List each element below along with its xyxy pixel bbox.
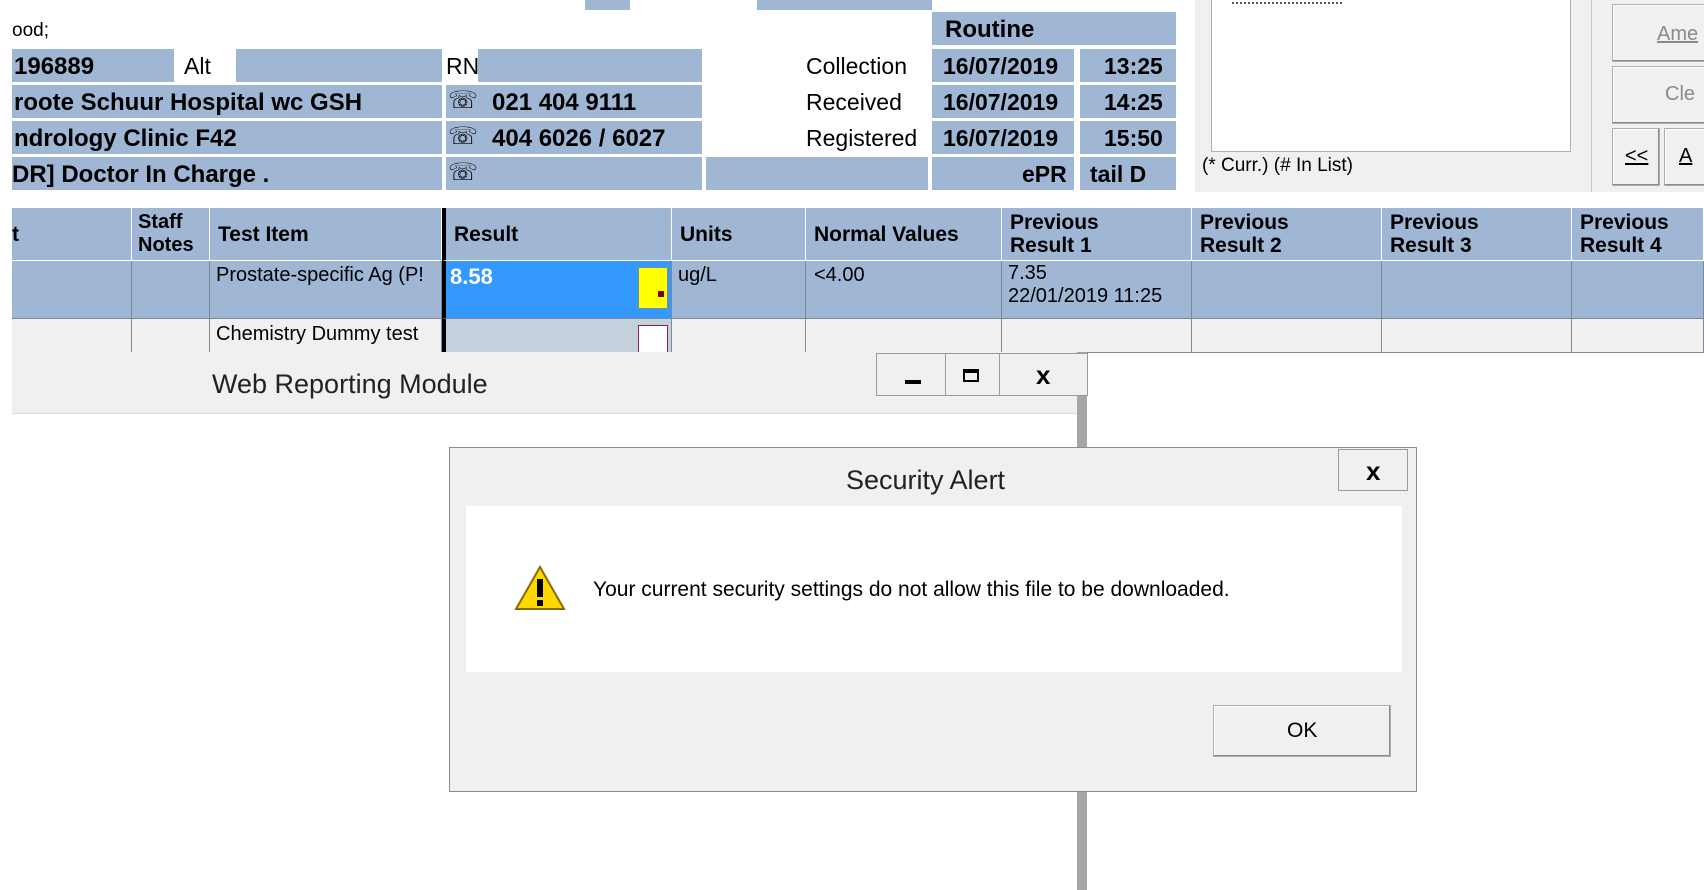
dialog-content: Your current security settings do not al… — [466, 506, 1402, 672]
result-input[interactable] — [442, 319, 672, 355]
registered-time: 15:50 — [1104, 125, 1163, 151]
row-cell-previous-2[interactable] — [1192, 319, 1382, 353]
row-cell-staff-notes[interactable] — [132, 319, 210, 353]
phone-icon: ☏ — [448, 123, 479, 150]
amend-button[interactable]: Ame — [1612, 4, 1704, 62]
row-cell-test-item[interactable]: Chemistry Dummy test — [210, 319, 442, 353]
header-top-strip — [585, 0, 630, 10]
row-cell-previous-4[interactable] — [1572, 261, 1704, 319]
phone-icon: ☏ — [448, 87, 479, 114]
minimize-icon — [905, 380, 921, 384]
tail-label: tail D — [1090, 161, 1147, 187]
rn-label: RN — [446, 53, 480, 79]
flag-box[interactable] — [638, 325, 668, 355]
row-cell-previous-1[interactable]: 7.35 22/01/2019 11:25 — [1002, 261, 1192, 319]
alt-field — [236, 49, 442, 82]
col-header-result[interactable]: Result — [442, 208, 672, 261]
row-cell-previous-1[interactable] — [1002, 319, 1192, 353]
next-button[interactable]: A — [1664, 128, 1704, 186]
specimen-text: ood; — [12, 20, 49, 41]
col-header-staff-notes[interactable]: Staff Notes — [132, 208, 210, 261]
blank-field — [706, 157, 928, 190]
col-header-previous-1[interactable]: Previous Result 1 — [1002, 208, 1192, 261]
right-button-column: Ame Cle << A — [1592, 0, 1704, 192]
list-panel[interactable]: (* Curr.) (# In List) — [1195, 0, 1580, 192]
maximize-icon — [963, 369, 979, 382]
received-time: 14:25 — [1104, 89, 1163, 115]
col-header-normal-values[interactable]: Normal Values — [806, 208, 1002, 261]
clear-button[interactable]: Cle — [1612, 66, 1704, 124]
row-cell-normal-values[interactable]: <4.00 — [806, 261, 1002, 319]
phone-1: 021 404 9111 — [492, 89, 637, 116]
received-date: 16/07/2019 — [943, 89, 1059, 115]
col-header-units[interactable]: Units — [672, 208, 806, 261]
registered-date: 16/07/2019 — [943, 125, 1059, 151]
row-cell-normal-values[interactable] — [806, 319, 1002, 353]
results-table: t Staff Notes Test Item Result Units Nor… — [0, 200, 1704, 360]
rn-field — [478, 49, 702, 82]
col-header-test-item[interactable]: Test Item — [210, 208, 442, 261]
panel-divider — [1580, 0, 1592, 192]
row-cell-staff-notes[interactable] — [132, 261, 210, 319]
row-cell-previous-4[interactable] — [1572, 319, 1704, 353]
dialog-close-button[interactable]: x — [1338, 449, 1408, 491]
row-cell-0[interactable] — [12, 261, 132, 319]
row-cell-test-item[interactable]: Prostate-specific Ag (P! — [210, 261, 442, 319]
header-top-strip — [757, 0, 932, 10]
flag-dot — [658, 291, 664, 297]
ok-button[interactable]: OK — [1213, 705, 1391, 757]
hospital-name: roote Schuur Hospital wc GSH — [14, 89, 363, 116]
doctor-name: DR] Doctor In Charge . — [12, 161, 270, 188]
abnormal-flag-box[interactable] — [638, 267, 668, 309]
window-title: Web Reporting Module — [212, 369, 488, 399]
maximize-button[interactable] — [946, 353, 1000, 396]
clinic-name: ndrology Clinic F42 — [14, 125, 237, 152]
col-header-previous-3[interactable]: Previous Result 3 — [1382, 208, 1572, 261]
close-icon: x — [1036, 360, 1051, 390]
col-header-previous-2[interactable]: Previous Result 2 — [1192, 208, 1382, 261]
list-partial-item — [1232, 0, 1342, 4]
phone3-field — [446, 157, 702, 190]
registered-label: Registered — [806, 125, 918, 151]
close-button[interactable]: x — [1000, 353, 1088, 396]
alt-label: Alt — [184, 53, 211, 79]
window-titlebar[interactable]: Web Reporting Module x — [12, 352, 1088, 414]
priority-value: Routine — [945, 16, 1035, 43]
row-cell-0[interactable] — [12, 319, 132, 353]
col-header-0[interactable]: t — [12, 208, 132, 261]
list-legend: (* Curr.) (# In List) — [1202, 155, 1353, 176]
row-cell-previous-3[interactable] — [1382, 319, 1572, 353]
row-cell-previous-2[interactable] — [1192, 261, 1382, 319]
minimize-button[interactable] — [876, 353, 946, 396]
row-cell-units[interactable] — [672, 319, 806, 353]
received-label: Received — [806, 89, 902, 115]
col-header-previous-4[interactable]: Previous Result 4 — [1572, 208, 1704, 261]
dialog-title: Security Alert — [846, 465, 1006, 495]
row-cell-previous-3[interactable] — [1382, 261, 1572, 319]
phone-2: 404 6026 / 6027 — [492, 125, 666, 152]
patient-header: ood; Routine 196889 Alt RN Collection 16… — [0, 0, 1195, 195]
result-input[interactable]: 8.58 — [442, 261, 672, 319]
collection-label: Collection — [806, 53, 907, 79]
dialog-titlebar[interactable]: Security Alert x — [450, 448, 1416, 506]
alert-message: Your current security settings do not al… — [593, 578, 1230, 601]
list-box[interactable] — [1211, 0, 1571, 152]
collection-date: 16/07/2019 — [943, 53, 1059, 79]
collection-time: 13:25 — [1104, 53, 1163, 79]
close-icon: x — [1366, 456, 1381, 486]
warning-icon — [514, 565, 566, 610]
phone-icon: ☏ — [448, 159, 479, 186]
id-number: 196889 — [14, 53, 95, 80]
row-cell-units[interactable]: ug/L — [672, 261, 806, 319]
epr-label: ePR — [1022, 161, 1067, 187]
security-alert-dialog[interactable]: Security Alert x Your current security s… — [449, 447, 1417, 792]
previous-page-button[interactable]: << — [1612, 128, 1660, 186]
